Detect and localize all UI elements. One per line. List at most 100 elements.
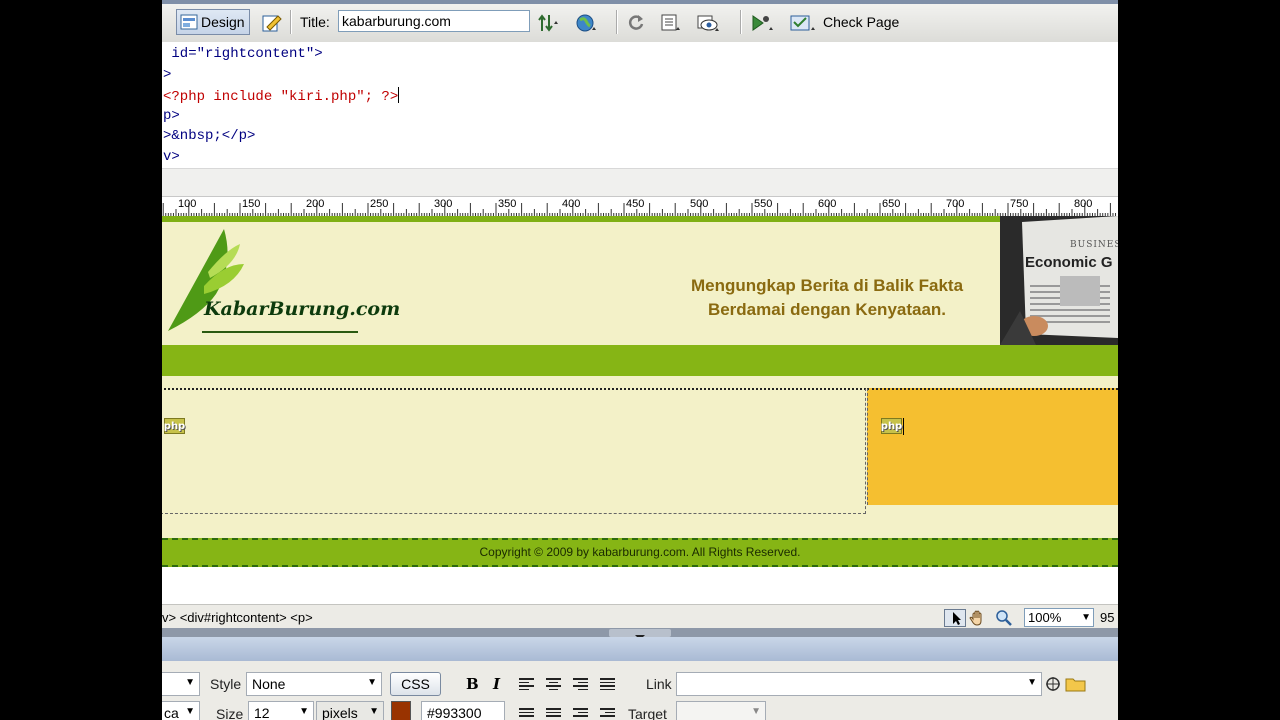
hand-tool-button[interactable]: [968, 609, 990, 627]
view-options-button[interactable]: [660, 9, 690, 35]
zoom-tool-button[interactable]: [994, 609, 1016, 627]
font-select[interactable]: ca ▼: [162, 701, 200, 720]
italic-button[interactable]: I: [493, 675, 500, 693]
refresh-icon: [627, 13, 645, 31]
ruler-label: 300: [434, 198, 453, 210]
unit-value: pixels: [322, 705, 358, 720]
check-page-label: Check Page: [823, 14, 900, 30]
browse-folder-icon[interactable]: [1065, 675, 1087, 693]
point-to-file-icon[interactable]: [1045, 676, 1061, 692]
format-select[interactable]: ▼: [162, 672, 200, 696]
tagline-line-2: Berdamai dengan Kenyataan.: [707, 300, 947, 319]
code-line: v>: [163, 149, 180, 165]
pointer-icon: [953, 612, 961, 625]
target-select[interactable]: ▼: [676, 701, 766, 720]
ruler-label: 350: [498, 198, 517, 210]
unit-select[interactable]: pixels ▼: [316, 701, 384, 720]
php-code-marker[interactable]: php: [881, 418, 902, 434]
design-view-icon: [180, 13, 198, 31]
refresh-button[interactable]: [626, 9, 652, 35]
up-down-arrows-icon: [538, 13, 558, 32]
style-select[interactable]: None ▼: [246, 672, 382, 696]
ruler-label: 200: [306, 198, 325, 210]
code-line: p>: [163, 108, 180, 124]
indent-icon[interactable]: [600, 708, 615, 719]
style-value: None: [252, 676, 286, 692]
site-footer: Copyright © 2009 by kabarburung.com. All…: [162, 538, 1118, 567]
text-color-swatch[interactable]: [391, 701, 411, 720]
eye-icon: [697, 13, 719, 31]
unordered-list-icon[interactable]: [519, 708, 534, 719]
site-header: KabarBurung.com Mengungkap Berita di Bal…: [162, 216, 1118, 345]
logo-text: KabarBurung.com: [204, 298, 401, 320]
chevron-down-icon: ▼: [185, 706, 195, 717]
code-line: >: [163, 67, 171, 83]
zoom-select[interactable]: 100% ▼: [1024, 608, 1094, 627]
tagline-line-1: Mengungkap Berita di Balik Fakta: [690, 276, 964, 295]
nav-bar: [162, 345, 1118, 376]
validate-arrow-icon: [751, 13, 773, 31]
align-left-icon[interactable]: [519, 678, 534, 692]
newspaper-reader-image: BUSINESS Economic G: [1000, 216, 1118, 345]
code-line-6: v>: [163, 149, 180, 165]
chevron-down-icon: ▼: [369, 706, 379, 717]
ruler-label: 250: [370, 198, 389, 210]
newspaper-headline: Economic G: [1025, 254, 1113, 271]
content-area: php php: [162, 376, 1118, 538]
align-right-icon[interactable]: [573, 678, 588, 692]
size-value: 12: [254, 705, 270, 720]
design-view-button[interactable]: Design: [176, 9, 250, 35]
validate-markup-button[interactable]: [750, 9, 780, 35]
panel-splitter[interactable]: [162, 628, 1118, 640]
zoom-value: 100%: [1028, 610, 1062, 625]
window-size[interactable]: 95: [1100, 610, 1114, 625]
link-input[interactable]: ▼: [676, 672, 1042, 696]
design-view[interactable]: KabarBurung.com Mengungkap Berita di Bal…: [162, 216, 1118, 604]
page-bottom-space: [162, 567, 1118, 604]
logo-underline: [202, 331, 358, 333]
file-management-button[interactable]: [537, 9, 567, 35]
ruler-label: 700: [946, 198, 965, 210]
newspaper-icon: [1000, 216, 1118, 345]
outdent-icon[interactable]: [573, 708, 588, 719]
chevron-down-icon: ▼: [185, 677, 195, 688]
align-center-icon[interactable]: [546, 678, 561, 692]
properties-panel: ▼ Style None ▼ CSS B I Link ▼ ca ▼ Size …: [162, 661, 1118, 720]
ruler-label: 800: [1074, 198, 1093, 210]
rightcontent-div[interactable]: php: [867, 388, 1118, 505]
size-select[interactable]: 12 ▼: [248, 701, 314, 720]
visual-aids-button[interactable]: [696, 9, 728, 35]
code-line-5: >&nbsp;</p>: [163, 128, 256, 144]
chevron-down-icon: ▼: [1027, 677, 1037, 688]
align-justify-icon[interactable]: [600, 678, 615, 692]
left-content-div[interactable]: php: [162, 388, 866, 514]
code-line: id="rightcontent">: [163, 46, 322, 62]
code-design-divider[interactable]: [162, 168, 1118, 197]
css-button[interactable]: CSS: [390, 672, 441, 696]
splitter-grip[interactable]: [609, 629, 671, 640]
php-code-marker[interactable]: php: [164, 418, 185, 434]
style-label: Style: [210, 676, 242, 692]
color-hex-input[interactable]: #993300: [421, 701, 505, 720]
check-page-icon: [789, 13, 819, 31]
view-options-icon: [661, 13, 680, 31]
globe-icon: [576, 13, 596, 32]
bold-button[interactable]: B: [466, 675, 479, 693]
toolbar-separator: [740, 10, 742, 34]
ordered-list-icon[interactable]: [546, 708, 561, 719]
title-input[interactable]: [338, 10, 530, 32]
tag-selector[interactable]: v> <div#rightcontent> <p>: [162, 610, 313, 625]
code-line: >&nbsp;</p>: [163, 128, 255, 144]
preview-browser-button[interactable]: [575, 9, 605, 35]
size-label: Size: [216, 706, 244, 720]
header-top-stripe: [162, 216, 1118, 222]
ruler-label: 550: [754, 198, 773, 210]
code-view[interactable]: id="rightcontent"> > <?php include "kiri…: [162, 42, 1118, 168]
target-label: Target: [628, 706, 667, 720]
select-tool-button[interactable]: [944, 609, 966, 627]
live-view-button[interactable]: [258, 9, 286, 35]
chevron-down-icon: ▼: [299, 706, 309, 717]
properties-panel-header[interactable]: [162, 637, 1118, 662]
chevron-down-icon: ▼: [751, 706, 761, 717]
check-page-button[interactable]: Check Page: [788, 9, 928, 35]
